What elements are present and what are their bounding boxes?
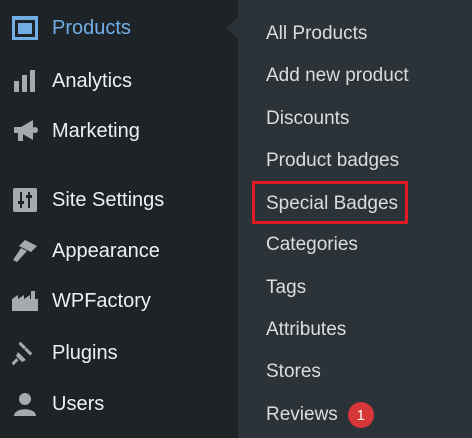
sidebar-item-products[interactable]: Products — [0, 6, 238, 50]
paintbrush-icon — [10, 236, 40, 266]
user-icon — [10, 389, 40, 419]
submenu-item-special-badges[interactable]: Special Badges — [266, 189, 398, 219]
submenu-item-reviews[interactable]: Reviews 1 — [266, 400, 374, 430]
pending-count-badge: 1 — [347, 402, 374, 428]
submenu-item-label: Add new product — [266, 65, 409, 86]
sidebar-item-marketing[interactable]: Marketing — [0, 109, 238, 153]
sidebar-item-users[interactable]: Users — [0, 382, 238, 426]
megaphone-icon — [10, 116, 40, 146]
sidebar-item-label: Marketing — [52, 119, 140, 142]
submenu-item-attributes[interactable]: Attributes — [266, 315, 346, 345]
sidebar-item-label: Plugins — [52, 341, 118, 364]
plug-icon — [10, 338, 40, 368]
sidebar-item-label: Site Settings — [52, 188, 165, 211]
submenu-item-discounts[interactable]: Discounts — [266, 104, 349, 134]
submenu-item-stores[interactable]: Stores — [266, 357, 321, 387]
factory-icon — [10, 286, 40, 316]
submenu-pointer — [226, 17, 238, 39]
sidebar-item-appearance[interactable]: Appearance — [0, 229, 238, 273]
submenu-item-all-products[interactable]: All Products — [266, 19, 367, 49]
submenu-item-label: Stores — [266, 361, 321, 382]
admin-sidebar: Products Analytics Marketing Site Settin… — [0, 0, 238, 438]
submenu-item-label: All Products — [266, 23, 368, 44]
submenu-item-label: Attributes — [266, 319, 347, 340]
sidebar-item-wpfactory[interactable]: WPFactory — [0, 279, 238, 323]
sidebar-item-site-settings[interactable]: Site Settings — [0, 178, 238, 222]
sidebar-item-label: Products — [52, 16, 131, 39]
submenu-item-label: Discounts — [266, 108, 350, 129]
sidebar-item-analytics[interactable]: Analytics — [0, 59, 238, 103]
submenu-item-categories[interactable]: Categories — [266, 230, 358, 260]
sidebar-item-label: Appearance — [52, 239, 160, 262]
bar-chart-icon — [10, 66, 40, 96]
submenu-item-label: Reviews — [266, 404, 338, 425]
sidebar-item-plugins[interactable]: Plugins — [0, 331, 238, 375]
sliders-icon — [10, 185, 40, 215]
sidebar-item-label: Analytics — [52, 69, 133, 92]
sidebar-item-label: WPFactory — [52, 289, 151, 312]
sidebar-item-label: Users — [52, 392, 105, 415]
products-submenu: All Products Add new product Discounts P… — [238, 0, 472, 438]
submenu-item-product-badges[interactable]: Product badges — [266, 146, 399, 176]
submenu-item-label: Tags — [266, 277, 307, 298]
archive-box-icon — [10, 13, 40, 43]
submenu-item-add-new-product[interactable]: Add new product — [266, 61, 409, 91]
submenu-item-label: Product badges — [266, 150, 400, 171]
submenu-item-label: Categories — [266, 234, 358, 255]
submenu-item-label: Special Badges — [266, 193, 399, 214]
submenu-item-tags[interactable]: Tags — [266, 273, 306, 303]
